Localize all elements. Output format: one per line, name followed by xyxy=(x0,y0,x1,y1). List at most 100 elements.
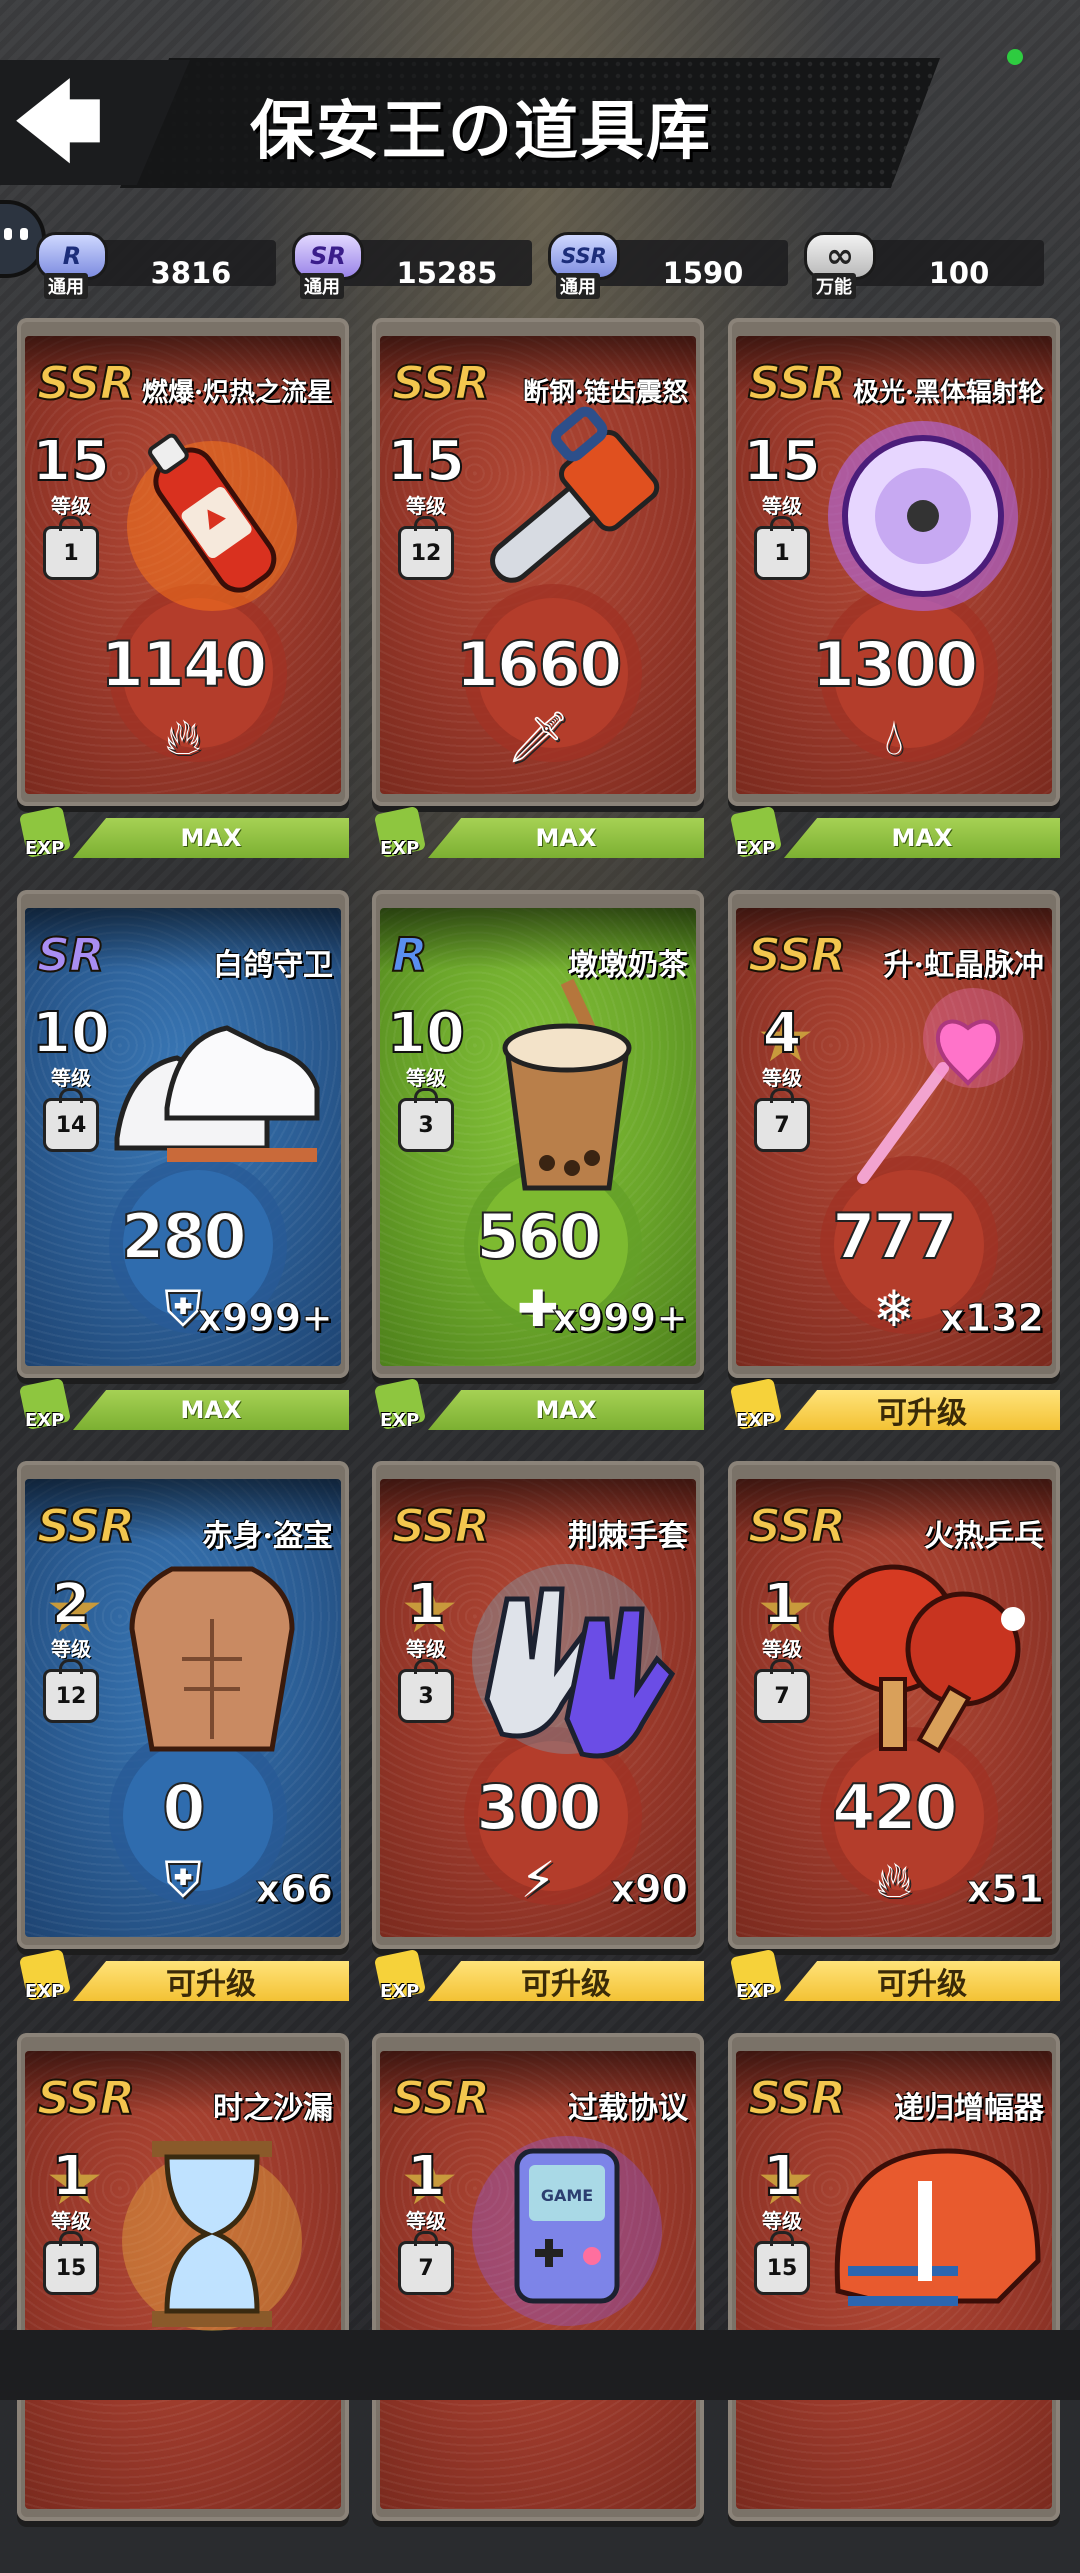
level-badge: 15 等级 xyxy=(742,429,822,519)
item-name: 赤身·盗宝 xyxy=(202,1519,333,1554)
upgrade-bar[interactable]: MAX EXP xyxy=(372,1377,704,1434)
item-count: x66 xyxy=(255,1867,333,1912)
exp-label: EXP xyxy=(380,1410,420,1431)
item-card[interactable]: SSR赤身·盗宝2等级120⛨x66 可升级EXP xyxy=(17,1461,349,2002)
exp-puzzle-icon: EXP xyxy=(372,1948,436,2007)
stat-value: 1140 xyxy=(100,627,269,702)
upgrade-status[interactable]: MAX xyxy=(784,818,1060,858)
upgrade-bar[interactable]: 可升级 EXP xyxy=(17,1948,349,2005)
item-card[interactable]: SSR升·虹晶脉冲4等级7777❄x132可升级EXP xyxy=(728,890,1060,1431)
weight-icon: 12 xyxy=(398,516,454,580)
weight-value: 15 xyxy=(55,2255,87,2281)
level-value: 15 xyxy=(31,429,111,494)
item-card[interactable]: SSR 燃爆·炽热之流星 15 等级 1 1140 🔥︎ MAX EXP xyxy=(17,318,349,859)
item-count: x90 xyxy=(610,1867,688,1912)
level-label: 等级 xyxy=(762,494,802,518)
item-card[interactable]: SR 白鸽守卫 10 等级 14 280 ⛨ x999+ MAX EXP xyxy=(17,890,349,1431)
item-card[interactable]: GAME SSR 过载协议 1等级 7 xyxy=(372,2033,704,2573)
level-badge: 1等级 xyxy=(742,1571,822,1662)
item-card[interactable]: R 墩墩奶茶 10 等级 3 560 ✚ x999+ MAX EXP xyxy=(372,890,704,1431)
upgrade-bar[interactable]: MAX EXP xyxy=(372,805,704,862)
upgrade-status[interactable]: MAX xyxy=(73,818,349,858)
upgrade-status[interactable]: MAX xyxy=(428,818,704,858)
item-card[interactable]: SSR 递归增幅器 1等级 15 xyxy=(728,2033,1060,2573)
weight-icon: 3 xyxy=(398,1659,454,1723)
level-badge: 15 等级 xyxy=(386,433,466,519)
level-value: 10 xyxy=(31,1001,111,1066)
weight-value: 1 xyxy=(774,540,790,566)
weight-icon: 7 xyxy=(398,2231,454,2295)
item-card[interactable]: SSR 极光·黑体辐射轮 15 等级 1 1300 💧︎ MAX EXP xyxy=(728,318,1060,859)
upgrade-bar[interactable]: MAX EXP xyxy=(728,805,1060,862)
upgrade-bar[interactable]: 可升级 EXP xyxy=(728,1377,1060,1434)
weight-value: 7 xyxy=(418,2255,434,2281)
item-card[interactable]: SSR荆棘手套1等级3300⚡︎x90可升级EXP xyxy=(372,1461,704,2002)
level-value: 10 xyxy=(386,1001,466,1066)
weight-value: 3 xyxy=(418,1683,434,1709)
item-name: 荆棘手套 xyxy=(568,1519,688,1554)
soda-bottle-icon xyxy=(97,406,327,626)
weight-icon: 15 xyxy=(754,2231,810,2295)
disc-icon xyxy=(808,406,1038,626)
item-name: 火热乒乓 xyxy=(924,1519,1044,1554)
level-badge: 10 等级 xyxy=(31,1001,111,1091)
item-name: 断钢·链齿震怒 xyxy=(522,378,688,408)
fire-icon: 🔥︎ xyxy=(164,708,202,766)
item-name: 升·虹晶脉冲 xyxy=(883,948,1044,983)
rarity-label: SR xyxy=(36,927,106,983)
currency-value: 100 xyxy=(928,256,990,290)
card-art: SSR 递归增幅器 1等级 15 xyxy=(736,2051,1052,2509)
level-value: 1 xyxy=(51,2144,92,2209)
item-name: 白鸽守卫 xyxy=(213,948,333,983)
item-card[interactable]: SSR 时之沙漏 1等级 15 xyxy=(17,2033,349,2573)
stat-value: 420 xyxy=(831,1770,958,1845)
currency-value: 15285 xyxy=(396,256,498,290)
item-name: 过载协议 xyxy=(568,2091,688,2126)
upgrade-status[interactable]: MAX xyxy=(428,1390,704,1430)
item-card[interactable]: SSR火热乒乓1等级7420🔥︎x51可升级EXP xyxy=(728,1461,1060,2002)
weight-value: 7 xyxy=(774,1112,790,1138)
level-label: 等级 xyxy=(51,2209,91,2233)
upgrade-bar[interactable]: 可升级 EXP xyxy=(372,1948,704,2007)
page-title: 保安王の道具库 xyxy=(250,94,712,169)
stat-value: 777 xyxy=(831,1199,958,1274)
currency-label: 通用 xyxy=(300,273,344,299)
stat-value: 300 xyxy=(475,1770,602,1845)
item-count: x51 xyxy=(966,1867,1044,1912)
torso-icon xyxy=(97,1549,327,1769)
weight-value: 3 xyxy=(418,1112,434,1138)
chainsaw-icon xyxy=(452,406,682,626)
exp-label: EXP xyxy=(736,1981,776,2002)
exp-label: EXP xyxy=(736,1410,776,1431)
upgrade-status[interactable]: 可升级 xyxy=(428,1961,704,2001)
level-label: 等级 xyxy=(406,1637,446,1661)
level-value: 1 xyxy=(406,2144,447,2209)
weight-icon: 12 xyxy=(43,1659,99,1723)
currency-r: 3816 R 通用 xyxy=(36,232,276,299)
level-value: 15 xyxy=(742,429,822,494)
card-art: SSR赤身·盗宝2等级120⛨x66 xyxy=(25,1479,341,1937)
upgrade-bar[interactable]: 可升级 EXP xyxy=(728,1948,1060,2005)
sword-icon: 🗡 xyxy=(506,708,570,766)
stat-value: 280 xyxy=(120,1199,247,1274)
level-value: 4 xyxy=(762,1001,803,1066)
upgrade-bar[interactable]: MAX EXP xyxy=(17,805,349,862)
item-card[interactable]: SSR 断钢·链齿震怒 15 等级 12 1660 🗡 MAX EXP xyxy=(372,318,704,859)
exp-label: EXP xyxy=(736,838,776,859)
weight-value: 14 xyxy=(55,1112,87,1138)
level-label: 等级 xyxy=(406,494,446,518)
item-name: 递归增幅器 xyxy=(894,2091,1044,2126)
level-badge: 4等级 xyxy=(742,1000,822,1091)
rarity-label: R xyxy=(391,927,428,983)
level-label: 等级 xyxy=(762,1637,802,1661)
upgrade-status[interactable]: 可升级 xyxy=(784,1961,1060,2001)
item-name: 时之沙漏 xyxy=(213,2091,333,2126)
upgrade-status[interactable]: 可升级 xyxy=(784,1390,1060,1430)
card-art: SSR升·虹晶脉冲4等级7777❄x132 xyxy=(736,908,1052,1366)
upgrade-status[interactable]: MAX xyxy=(73,1390,349,1430)
rarity-label: SSR xyxy=(36,2070,136,2126)
weight-icon: 3 xyxy=(398,1088,454,1152)
upgrade-bar[interactable]: MAX EXP xyxy=(17,1377,349,1434)
currency-label: 万能 xyxy=(812,273,856,299)
upgrade-status[interactable]: 可升级 xyxy=(73,1961,349,2001)
